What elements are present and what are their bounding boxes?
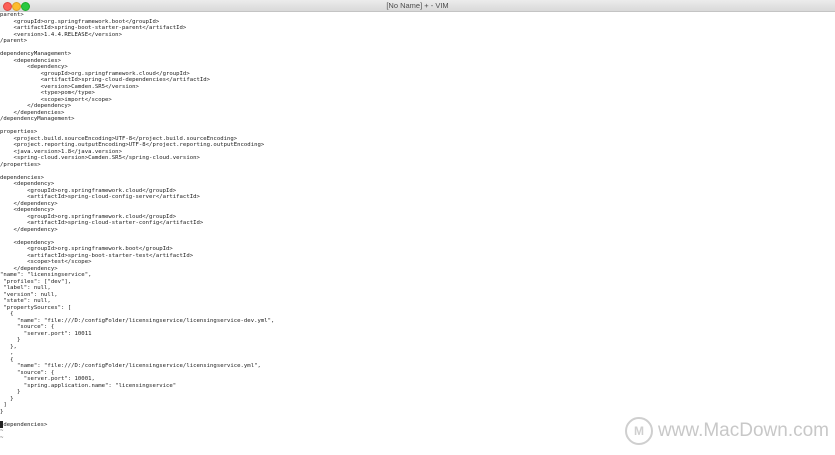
window-title: [No Name] + - VIM [386,1,449,10]
text-cursor [0,421,3,428]
title-bar: [No Name] + - VIM [0,0,835,12]
watermark-text: www.MacDown.com [657,420,829,441]
macdown-logo-icon: M [624,417,653,445]
vim-editor-buffer[interactable]: parent> <groupId>org.springframework.boo… [0,12,835,455]
watermark: M www.MacDown.com [624,417,829,445]
